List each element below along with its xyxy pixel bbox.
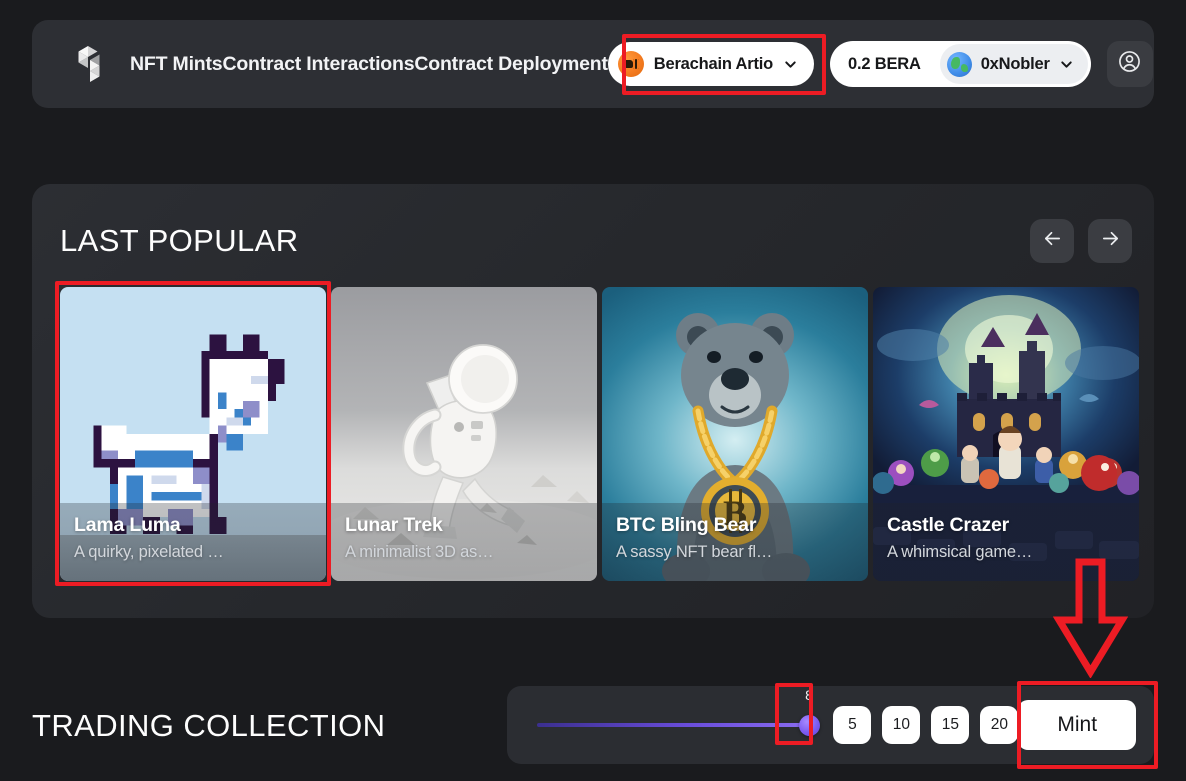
nav-item-nft-mints[interactable]: NFT Mints xyxy=(130,53,222,76)
cube-logo-icon xyxy=(68,42,112,86)
slider-thumb[interactable] xyxy=(799,715,820,736)
quantity-preset-15[interactable]: 15 xyxy=(931,706,969,744)
quantity-preset-10[interactable]: 10 xyxy=(882,706,920,744)
user-circle-icon xyxy=(1117,49,1142,79)
berachain-bear-icon xyxy=(618,51,644,77)
wallet-balance: 0.2 BERA xyxy=(848,55,937,74)
nft-card[interactable]: Castle Crazer A whimsical game… xyxy=(873,287,1139,581)
arrow-left-icon xyxy=(1041,227,1064,255)
nft-card[interactable]: Lunar Trek A minimalist 3D as… xyxy=(331,287,597,581)
slider-value-label: 8 xyxy=(792,687,826,703)
profile-button[interactable] xyxy=(1107,41,1153,87)
carousel-nav xyxy=(1030,219,1132,263)
quantity-preset-group: 5 10 15 20 xyxy=(833,706,1018,744)
page-title-trading-collection: TRADING COLLECTION xyxy=(32,708,385,744)
nft-card[interactable]: Lama Luma A quirky, pixelated … xyxy=(60,287,326,581)
quantity-preset-20[interactable]: 20 xyxy=(980,706,1018,744)
nft-card-description: A minimalist 3D as… xyxy=(345,543,583,562)
nft-card-name: Castle Crazer xyxy=(887,514,1125,536)
page-title-last-popular: LAST POPULAR xyxy=(60,223,299,259)
carousel-next-button[interactable] xyxy=(1088,219,1132,263)
quantity-slider[interactable]: 8 xyxy=(537,705,811,745)
header-bar: NFT Mints Contract Interactions Contract… xyxy=(32,20,1154,108)
nft-card-list: Lama Luma A quirky, pixelated … xyxy=(60,287,1139,581)
account-name-label: 0xNobler xyxy=(981,55,1050,74)
nav-item-contract-interactions[interactable]: Contract Interactions xyxy=(222,53,414,76)
chain-name-label: Berachain Artio xyxy=(654,55,773,74)
nft-card[interactable]: B BTC Bling Bear A sassy NFT bear fl… xyxy=(602,287,868,581)
nft-card-label: BTC Bling Bear A sassy NFT bear fl… xyxy=(602,503,868,581)
mint-button[interactable]: Mint xyxy=(1018,700,1136,750)
panel-header: LAST POPULAR xyxy=(60,214,1132,268)
nft-card-description: A quirky, pixelated … xyxy=(74,543,312,562)
nft-card-name: BTC Bling Bear xyxy=(616,514,854,536)
nft-card-name: Lama Luma xyxy=(74,514,312,536)
wallet-chip[interactable]: 0.2 BERA 0xNobler xyxy=(830,41,1091,87)
chain-selector[interactable]: Berachain Artio xyxy=(608,42,814,86)
mint-controls-bar: 8 5 10 15 20 Mint xyxy=(507,686,1154,764)
nft-card-label: Castle Crazer A whimsical game… xyxy=(873,503,1139,581)
arrow-right-icon xyxy=(1099,227,1122,255)
account-pill[interactable]: 0xNobler xyxy=(940,44,1088,84)
main-nav: NFT Mints Contract Interactions Contract… xyxy=(130,53,608,76)
nft-card-name: Lunar Trek xyxy=(345,514,583,536)
nft-card-description: A whimsical game… xyxy=(887,543,1125,562)
globe-icon xyxy=(947,52,972,77)
slider-track[interactable] xyxy=(537,723,811,727)
nft-card-label: Lama Luma A quirky, pixelated … xyxy=(60,503,326,581)
chevron-down-icon xyxy=(1059,57,1074,72)
header-right-group: Berachain Artio 0.2 BERA 0xNobler xyxy=(608,41,1153,87)
app-root: NFT Mints Contract Interactions Contract… xyxy=(0,0,1186,781)
quantity-preset-5[interactable]: 5 xyxy=(833,706,871,744)
nft-card-description: A sassy NFT bear fl… xyxy=(616,543,854,562)
nav-item-contract-deployment[interactable]: Contract Deployment xyxy=(414,53,607,76)
chevron-down-icon xyxy=(783,57,798,72)
nft-card-label: Lunar Trek A minimalist 3D as… xyxy=(331,503,597,581)
carousel-prev-button[interactable] xyxy=(1030,219,1074,263)
